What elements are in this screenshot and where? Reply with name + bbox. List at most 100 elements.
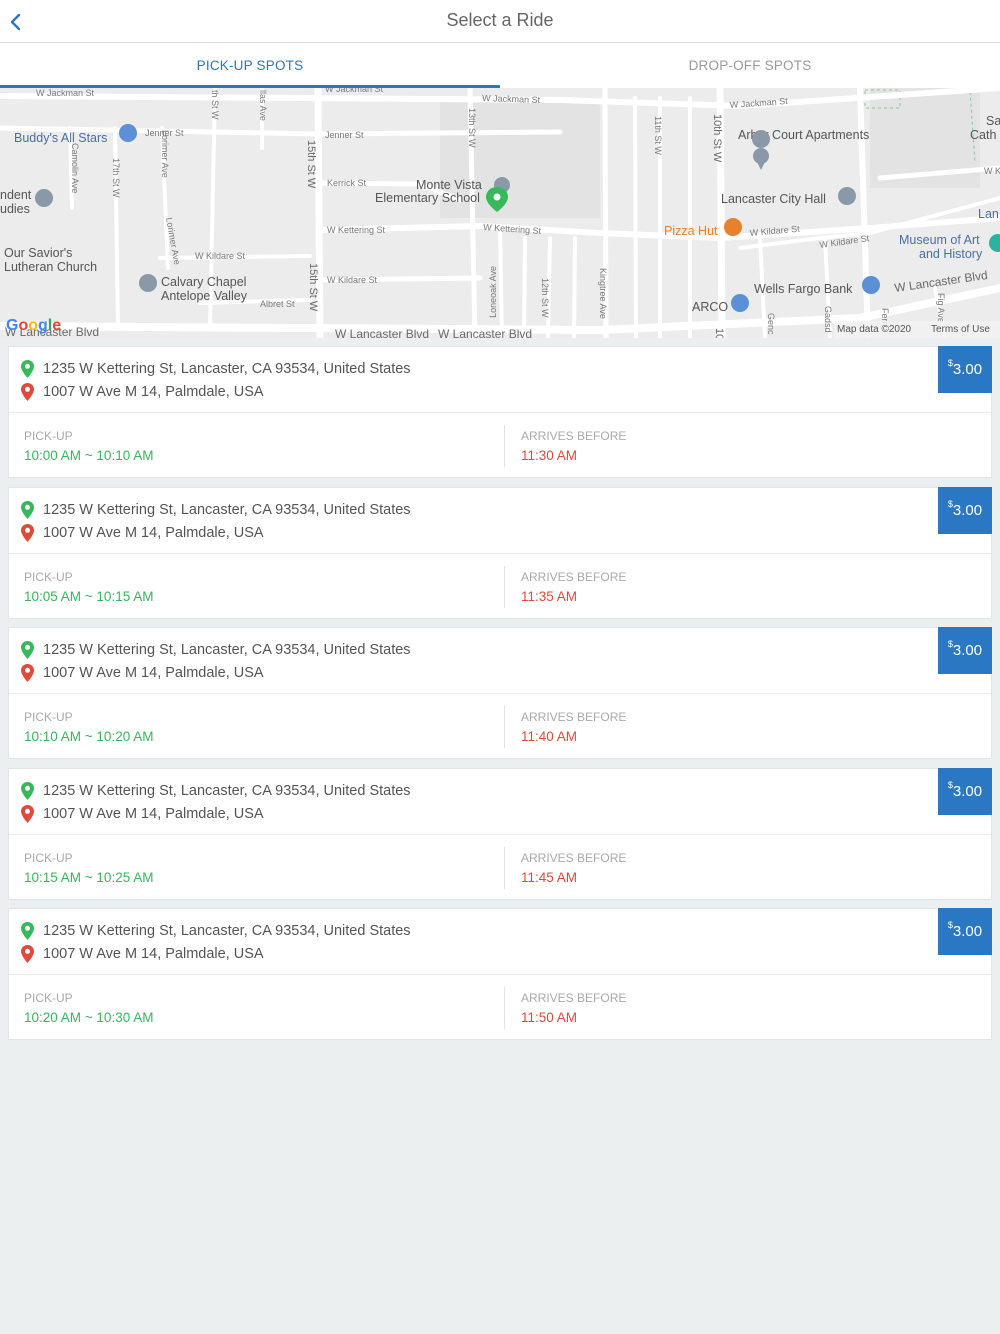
svg-text:Google: Google: [6, 317, 61, 334]
divider: [504, 987, 505, 1030]
svg-text:ARCO: ARCO: [692, 300, 728, 314]
price-badge[interactable]: $3.00: [938, 908, 992, 956]
ride-card[interactable]: $3.00 1235 W Kettering St, Lancaster, CA…: [8, 627, 992, 760]
svg-text:Buddy's All Stars: Buddy's All Stars: [14, 131, 107, 145]
svg-text:W Jackman St: W Jackman St: [482, 93, 541, 105]
svg-text:Albret St: Albret St: [260, 299, 295, 309]
pickup-address: 1235 W Kettering St, Lancaster, CA 93534…: [43, 501, 411, 518]
pickup-time: 10:20 AM ~ 10:30 AM: [24, 1010, 154, 1026]
ride-card[interactable]: $3.00 1235 W Kettering St, Lancaster, CA…: [8, 767, 992, 900]
arrives-before-label: ARRIVES BEFORE: [521, 429, 627, 443]
dropoff-address: 1007 W Ave M 14, Palmdale, USA: [43, 805, 264, 822]
svg-text:Museum of Art: Museum of Art: [899, 233, 980, 247]
divider: [9, 693, 991, 695]
ride-card[interactable]: $3.00 1235 W Kettering St, Lancaster, CA…: [8, 346, 992, 478]
pickup-label: PICK-UP: [24, 991, 73, 1006]
tab-pickup-spots[interactable]: PICK-UP SPOTS: [0, 43, 500, 88]
svg-text:Cath: Cath: [970, 128, 996, 142]
pickup-label: PICK-UP: [24, 429, 73, 443]
currency-symbol: $: [947, 358, 953, 368]
pickup-pin-icon: [21, 781, 34, 800]
ride-card[interactable]: $3.00 1235 W Kettering St, Lancaster, CA…: [8, 486, 992, 619]
currency-symbol: $: [947, 779, 953, 790]
pickup-label: PICK-UP: [24, 850, 73, 865]
price-badge[interactable]: $3.00: [938, 346, 992, 393]
svg-text:Lorimer Ave: Lorimer Ave: [160, 130, 170, 178]
price-value: 3.00: [952, 782, 983, 800]
svg-text:Elementary School: Elementary School: [375, 191, 480, 205]
svg-text:13th St W: 13th St W: [467, 108, 477, 148]
svg-text:Calvary Chapel: Calvary Chapel: [161, 275, 246, 289]
price-value: 3.00: [952, 923, 983, 941]
dropoff-pin-icon: [21, 804, 34, 823]
svg-text:Antelope Valley: Antelope Valley: [161, 289, 248, 303]
dropoff-pin-icon: [21, 523, 34, 542]
arrives-before-time: 11:40 AM: [521, 729, 578, 745]
pickup-time: 10:05 AM ~ 10:15 AM: [24, 588, 154, 604]
tab-dropoff-spots[interactable]: DROP-OFF SPOTS: [500, 43, 1000, 88]
divider: [504, 565, 505, 608]
tab-bar: PICK-UP SPOTS DROP-OFF SPOTS: [0, 43, 1000, 88]
pickup-label: PICK-UP: [24, 569, 73, 584]
svg-text:W Kildare St: W Kildare St: [195, 251, 246, 261]
price-badge[interactable]: $3.00: [938, 627, 992, 675]
svg-text:W Jackman St: W Jackman St: [325, 88, 384, 94]
svg-text:W Kettering St: W Kettering St: [327, 225, 386, 235]
arrives-before-label: ARRIVES BEFORE: [521, 991, 627, 1006]
arrives-before-label: ARRIVES BEFORE: [521, 569, 627, 584]
svg-text:Fig Ave: Fig Ave: [936, 293, 946, 323]
svg-text:10th St W: 10th St W: [711, 114, 723, 163]
svg-text:15th St W: 15th St W: [305, 140, 317, 189]
divider: [504, 425, 505, 467]
svg-text:Lutheran Church: Lutheran Church: [4, 260, 97, 274]
svg-text:W K: W K: [984, 166, 1000, 176]
dropoff-pin-icon: [21, 664, 34, 683]
svg-text:llas Ave: llas Ave: [258, 90, 268, 121]
svg-text:Lan: Lan: [978, 207, 999, 221]
pickup-address: 1235 W Kettering St, Lancaster, CA 93534…: [43, 361, 411, 377]
price-value: 3.00: [952, 361, 983, 378]
svg-text:Kingtree Ave: Kingtree Ave: [598, 268, 608, 319]
svg-text:Monte Vista: Monte Vista: [416, 178, 482, 192]
svg-text:17th St W: 17th St W: [111, 158, 121, 198]
pickup-pin-icon: [21, 922, 34, 941]
ride-card[interactable]: $3.00 1235 W Kettering St, Lancaster, CA…: [8, 908, 992, 1041]
pickup-address: 1235 W Kettering St, Lancaster, CA 93534…: [43, 923, 411, 940]
divider: [9, 412, 991, 413]
dropoff-address: 1007 W Ave M 14, Palmdale, USA: [43, 384, 264, 400]
dropoff-pin-icon: [21, 383, 34, 401]
currency-symbol: $: [947, 498, 953, 509]
dropoff-pin-icon: [21, 945, 34, 964]
arrives-before-time: 11:50 AM: [521, 1010, 578, 1026]
price-badge[interactable]: $3.00: [938, 486, 992, 534]
pickup-time: 10:15 AM ~ 10:25 AM: [24, 869, 154, 885]
price-value: 3.00: [952, 501, 983, 519]
svg-text:Loneoak Ave: Loneoak Ave: [488, 266, 498, 318]
svg-text:Sa: Sa: [986, 114, 1000, 128]
svg-text:udies: udies: [0, 202, 30, 216]
pickup-pin-icon: [21, 360, 34, 378]
svg-text:Genc: Genc: [766, 313, 776, 335]
ride-list: $3.00 1235 W Kettering St, Lancaster, CA…: [8, 346, 992, 1049]
currency-symbol: $: [947, 920, 953, 931]
pickup-time: 10:10 AM ~ 10:20 AM: [24, 729, 154, 745]
pickup-time: 10:00 AM ~ 10:10 AM: [24, 448, 154, 463]
arrives-before-label: ARRIVES BEFORE: [521, 850, 627, 865]
divider: [9, 974, 991, 976]
svg-text:Gadsd: Gadsd: [823, 306, 833, 333]
divider: [9, 552, 991, 554]
svg-text:12th St W: 12th St W: [540, 278, 550, 318]
pickup-address: 1235 W Kettering St, Lancaster, CA 93534…: [43, 782, 411, 799]
svg-text:W Jackman St: W Jackman St: [36, 88, 95, 98]
arrives-before-time: 11:35 AM: [521, 588, 578, 604]
map-view[interactable]: W Jackman St W Jackman St W Jackman St W…: [0, 88, 1000, 338]
svg-text:10: 10: [713, 328, 725, 338]
price-value: 3.00: [952, 642, 983, 660]
svg-text:th St W: th St W: [210, 90, 220, 120]
svg-text:15th St W: 15th St W: [307, 263, 319, 312]
divider: [9, 833, 991, 835]
dropoff-address: 1007 W Ave M 14, Palmdale, USA: [43, 946, 264, 963]
currency-symbol: $: [947, 639, 953, 650]
pickup-pin-icon: [21, 641, 34, 660]
price-badge[interactable]: $3.00: [938, 767, 992, 815]
